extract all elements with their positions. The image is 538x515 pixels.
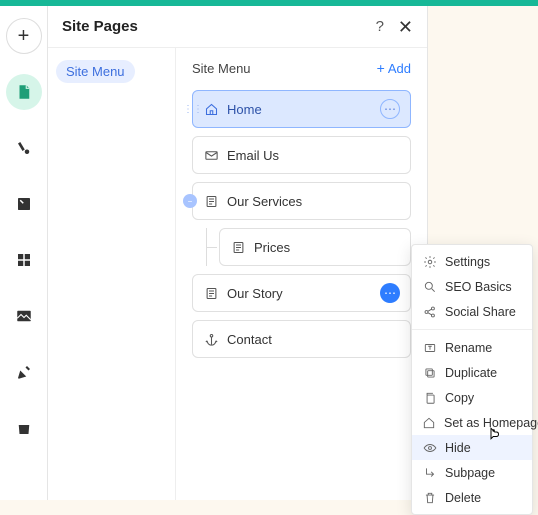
menu-label: Set as Homepage (444, 416, 538, 430)
site-pages-panel: Site Pages ? ✕ Site Menu Site Menu +Add … (48, 6, 428, 500)
site-menu-pill[interactable]: Site Menu (56, 60, 135, 83)
add-page-button[interactable]: +Add (377, 60, 411, 76)
image-button[interactable] (6, 298, 42, 334)
search-icon (422, 279, 437, 294)
copy-icon (422, 390, 437, 405)
menu-subpage[interactable]: Subpage (412, 460, 532, 485)
menu-hide[interactable]: Hide (412, 435, 532, 460)
page-list: ⋮⋮ Home Email Us − Our Services (192, 90, 411, 358)
page-label: Email Us (227, 148, 279, 163)
collapse-toggle[interactable]: − (183, 194, 197, 208)
drag-handle-icon[interactable]: ⋮⋮ (183, 104, 203, 115)
media-button[interactable] (6, 186, 42, 222)
page-label: Contact (227, 332, 272, 347)
menu-label: Copy (445, 391, 474, 405)
store-button[interactable] (6, 410, 42, 446)
home-icon (422, 415, 436, 430)
page-label: Our Story (227, 286, 283, 301)
gear-icon (422, 254, 437, 269)
page-icon (203, 193, 219, 209)
menu-label: Rename (445, 341, 492, 355)
page-item-services[interactable]: − Our Services (192, 182, 411, 220)
home-icon (203, 101, 219, 117)
section-title: Site Menu (192, 61, 251, 76)
page-item-home[interactable]: ⋮⋮ Home (192, 90, 411, 128)
vertical-toolbar: + (0, 6, 48, 500)
menu-social[interactable]: Social Share (412, 299, 532, 324)
subpage-icon (422, 465, 437, 480)
menu-seo[interactable]: SEO Basics (412, 274, 532, 299)
add-label: Add (388, 61, 411, 76)
menu-label: Duplicate (445, 366, 497, 380)
add-element-button[interactable]: + (6, 18, 42, 54)
blog-button[interactable] (6, 354, 42, 390)
trash-icon (422, 490, 437, 505)
menu-copy[interactable]: Copy (412, 385, 532, 410)
menu-label: Hide (445, 441, 471, 455)
menu-duplicate[interactable]: Duplicate (412, 360, 532, 385)
page-actions-button[interactable] (380, 283, 400, 303)
pages-button[interactable] (6, 74, 42, 110)
menu-rename[interactable]: Rename (412, 335, 532, 360)
context-menu: Settings SEO Basics Social Share Rename … (411, 244, 533, 515)
close-icon[interactable]: ✕ (398, 18, 413, 36)
mail-icon (203, 147, 219, 163)
eye-icon (422, 440, 437, 455)
menu-settings[interactable]: Settings (412, 249, 532, 274)
page-icon (230, 239, 246, 255)
duplicate-icon (422, 365, 437, 380)
panel-main: Site Menu +Add ⋮⋮ Home Email Us − (176, 48, 427, 500)
page-label: Our Services (227, 194, 302, 209)
page-item-email[interactable]: Email Us (192, 136, 411, 174)
menu-label: SEO Basics (445, 280, 512, 294)
menu-label: Subpage (445, 466, 495, 480)
page-label: Home (227, 102, 262, 117)
page-actions-button[interactable] (380, 99, 400, 119)
page-item-prices[interactable]: Prices (219, 228, 411, 266)
page-icon (203, 285, 219, 301)
panel-title: Site Pages (62, 18, 138, 35)
page-item-story[interactable]: Our Story (192, 274, 411, 312)
menu-divider (412, 329, 532, 330)
menu-label: Delete (445, 491, 481, 505)
share-icon (422, 304, 437, 319)
design-button[interactable] (6, 130, 42, 166)
panel-sidebar: Site Menu (48, 48, 176, 500)
apps-button[interactable] (6, 242, 42, 278)
page-item-contact[interactable]: Contact (192, 320, 411, 358)
anchor-icon (203, 331, 219, 347)
help-icon[interactable]: ? (376, 18, 384, 35)
panel-header: Site Pages ? ✕ (48, 6, 427, 48)
menu-delete[interactable]: Delete (412, 485, 532, 510)
menu-label: Social Share (445, 305, 516, 319)
page-label: Prices (254, 240, 290, 255)
menu-label: Settings (445, 255, 490, 269)
menu-homepage[interactable]: Set as Homepage (412, 410, 532, 435)
text-icon (422, 340, 437, 355)
